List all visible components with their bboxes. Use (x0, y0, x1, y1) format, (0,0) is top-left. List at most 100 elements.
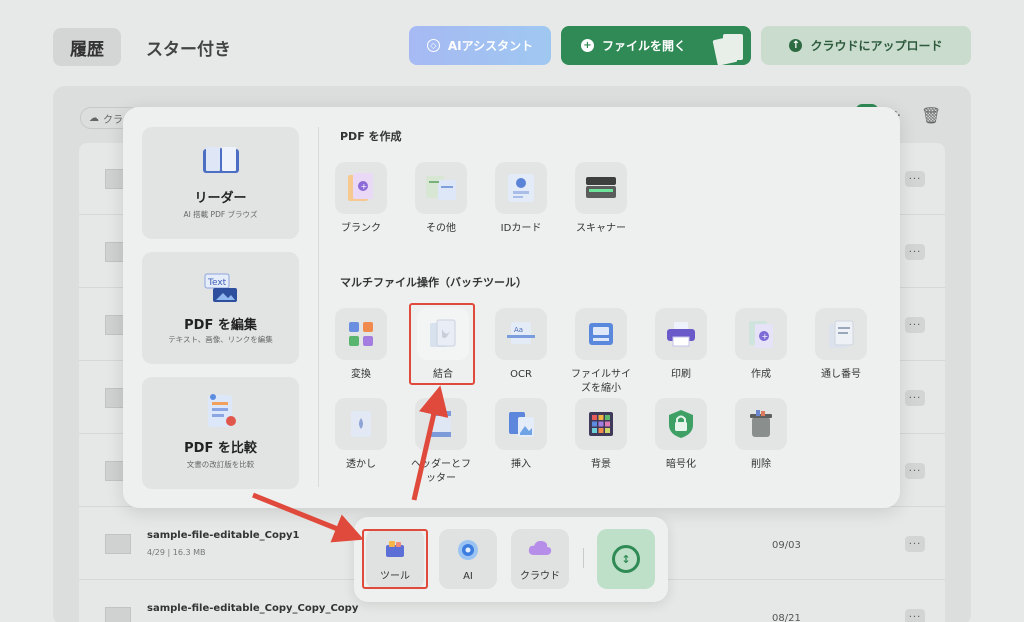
convert-tool[interactable]: 変換 (331, 308, 391, 382)
blank-tool[interactable]: + ブランク (331, 162, 391, 236)
edit-text-icon: Text (203, 272, 239, 308)
reader-subtitle: AI 搭載 PDF ブラウズ (183, 210, 258, 219)
blank-tool-label: ブランク (341, 223, 381, 234)
ai-assistant-label: AIアシスタント (447, 39, 534, 53)
documents-icon (711, 32, 745, 65)
compare-icon (204, 393, 238, 435)
edit-pdf-title: PDF を編集 (184, 318, 257, 333)
upload-icon: ↑ (789, 39, 803, 52)
open-file-label: ファイルを開く (602, 39, 687, 53)
upload-cloud-label: クラウドにアップロード (810, 39, 943, 53)
svg-text:+: + (762, 332, 769, 341)
convert-icon (349, 322, 373, 346)
divider (318, 127, 319, 487)
dock-cloud-label: クラウド (520, 571, 560, 582)
blank-page-icon: + (348, 173, 373, 201)
dock-sync-button[interactable]: ↕ (597, 529, 655, 589)
id-card-tool-label: IDカード (500, 223, 542, 234)
cloud-icon (527, 539, 553, 561)
background-tool-label: 背景 (591, 459, 611, 470)
more-button[interactable]: ··· (905, 171, 925, 187)
watermark-tool[interactable]: 透かし (331, 398, 391, 472)
open-file-button[interactable]: + ファイルを開く (561, 26, 751, 65)
delete-tool[interactable]: 削除 (731, 398, 791, 472)
compare-pdf-subtitle: 文書の改訂版を比較 (186, 460, 255, 469)
file-date: 09/03 (772, 540, 801, 551)
other-tool[interactable]: その他 (411, 162, 471, 236)
bates-number-tool[interactable]: 通し番号 (811, 308, 871, 382)
cloud-filter-label: クラ (103, 114, 123, 126)
ai-icon: ◇ (426, 39, 440, 52)
insert-tool-label: 挿入 (511, 459, 531, 470)
batch-section-title: マルチファイル操作（バッチツール） (340, 276, 527, 289)
edit-pdf-subtitle: テキスト、画像、リンクを編集 (168, 335, 273, 344)
more-button[interactable]: ··· (905, 536, 925, 552)
create-tool[interactable]: + 作成 (731, 308, 791, 382)
header-footer-tool-label: ヘッダーとフッター (411, 459, 471, 484)
other-tool-label: その他 (426, 223, 456, 234)
edit-pdf-card[interactable]: Text PDF を編集 テキスト、画像、リンクを編集 (142, 252, 299, 364)
file-meta: 4/29 | 16.3 MB (147, 548, 206, 557)
compare-pdf-title: PDF を比較 (184, 441, 257, 456)
insert-icon (509, 412, 534, 437)
other-docs-icon (426, 176, 456, 200)
compress-icon (589, 323, 613, 345)
dock-cloud-button[interactable]: クラウド (511, 529, 569, 589)
tab-starred[interactable]: スター付き (146, 28, 231, 66)
id-card-tool[interactable]: IDカード (491, 162, 551, 236)
scanner-icon (586, 177, 616, 198)
bates-number-tool-label: 通し番号 (821, 369, 861, 380)
file-date: 08/21 (772, 613, 801, 622)
ocr-icon: Aa (507, 322, 535, 344)
more-button[interactable]: ··· (905, 390, 925, 406)
dock-ai-button[interactable]: AI (439, 529, 497, 589)
encrypt-tool-label: 暗号化 (666, 459, 696, 470)
file-thumbnail (105, 607, 131, 622)
background-tool[interactable]: 背景 (571, 398, 631, 472)
ocr-tool-label: OCR (510, 369, 532, 380)
svg-text:Aa: Aa (514, 326, 523, 334)
reader-card[interactable]: リーダー AI 搭載 PDF ブラウズ (142, 127, 299, 239)
encrypt-tool[interactable]: 暗号化 (651, 398, 711, 472)
header-footer-tool[interactable]: ヘッダーとフッター (411, 398, 471, 486)
sync-icon: ↕ (612, 545, 640, 573)
printer-icon (667, 322, 695, 347)
trash-icon (750, 410, 772, 437)
svg-text:Text: Text (207, 278, 227, 288)
more-button[interactable]: ··· (905, 317, 925, 333)
more-button[interactable]: ··· (905, 609, 925, 622)
file-name: sample-file-editable_Copy_Copy_Copy (147, 603, 359, 614)
dock-ai-label: AI (463, 571, 473, 582)
more-button[interactable]: ··· (905, 463, 925, 479)
ai-assistant-button[interactable]: ◇ AIアシスタント (409, 26, 551, 65)
create-doc-icon: + (749, 321, 773, 348)
file-thumbnail (105, 534, 131, 554)
book-icon (201, 145, 241, 181)
convert-tool-label: 変換 (351, 369, 371, 380)
dock-separator (583, 548, 584, 568)
more-button[interactable]: ··· (905, 244, 925, 260)
compare-pdf-card[interactable]: PDF を比較 文書の改訂版を比較 (142, 377, 299, 489)
background-icon (589, 412, 613, 436)
lock-icon (669, 410, 693, 438)
numbering-icon (829, 320, 854, 348)
create-tool-label: 作成 (751, 369, 771, 380)
insert-tool[interactable]: 挿入 (491, 398, 551, 472)
print-tool-label: 印刷 (671, 369, 691, 380)
watermark-tool-label: 透かし (346, 459, 376, 470)
scanner-tool[interactable]: スキャナー (571, 162, 631, 236)
scanner-tool-label: スキャナー (576, 223, 626, 234)
compress-tool-label: ファイルサイズを縮小 (571, 369, 631, 394)
clear-icon[interactable]: 🗑 (921, 106, 941, 125)
reader-title: リーダー (194, 191, 247, 206)
ocr-tool[interactable]: Aa OCR (491, 308, 551, 382)
compress-tool[interactable]: ファイルサイズを縮小 (571, 308, 631, 396)
upload-cloud-button[interactable]: ↑ クラウドにアップロード (761, 26, 971, 65)
svg-text:+: + (361, 182, 368, 191)
delete-tool-label: 削除 (751, 459, 771, 470)
tab-history[interactable]: 履歴 (53, 28, 121, 66)
create-pdf-section-title: PDF を作成 (340, 130, 402, 143)
file-name: sample-file-editable_Copy1 (147, 530, 300, 541)
header-footer-icon (431, 411, 451, 437)
print-tool[interactable]: 印刷 (651, 308, 711, 382)
